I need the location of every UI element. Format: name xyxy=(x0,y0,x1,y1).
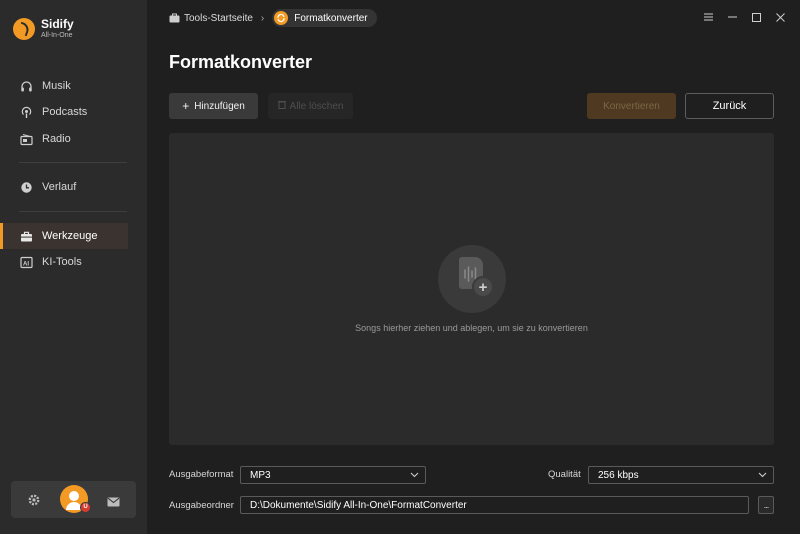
toolbox-icon xyxy=(169,13,180,23)
add-audio-file-icon[interactable]: + xyxy=(438,245,506,313)
app-subtitle: All-In-One xyxy=(41,32,73,39)
chevron-down-icon xyxy=(410,470,419,482)
drop-zone[interactable]: + Songs hierher ziehen und ablegen, um s… xyxy=(169,133,774,445)
sidebar-item-musik[interactable]: Musik xyxy=(0,73,128,99)
svg-text:AI: AI xyxy=(23,261,29,267)
history-icon xyxy=(20,181,33,194)
plus-icon: + xyxy=(472,276,494,298)
output-folder-field[interactable] xyxy=(240,496,749,514)
sidebar-item-label: Podcasts xyxy=(42,106,88,118)
quality-value: 256 kbps xyxy=(598,469,639,481)
app-logo: Sidify All-In-One xyxy=(13,17,74,41)
radio-icon xyxy=(20,133,33,146)
add-button-label: Hinzufügen xyxy=(194,100,245,112)
clear-all-button[interactable]: Alle löschen xyxy=(268,93,353,119)
browse-folder-button[interactable]: ... xyxy=(758,496,774,514)
sidebar-divider xyxy=(19,162,127,163)
mail-icon[interactable] xyxy=(107,494,120,512)
chevron-down-icon xyxy=(758,470,767,482)
page-title: Formatkonverter xyxy=(169,52,313,72)
user-badge: U xyxy=(80,502,91,513)
back-button[interactable]: Zurück xyxy=(685,93,774,119)
sidebar-item-werkzeuge[interactable]: Werkzeuge xyxy=(0,223,128,249)
drop-zone-hint: Songs hierher ziehen und ablegen, um sie… xyxy=(355,323,588,333)
quality-select[interactable]: 256 kbps xyxy=(588,466,774,484)
ai-icon: AI xyxy=(20,256,33,269)
breadcrumb-current-label: Formatkonverter xyxy=(294,12,368,24)
sidebar-divider xyxy=(19,211,127,212)
plus-icon: + xyxy=(182,99,190,113)
minimize-icon[interactable] xyxy=(720,8,744,26)
sidebar-item-ki-tools[interactable]: AI KI-Tools xyxy=(0,249,128,275)
sidebar-item-podcasts[interactable]: Podcasts xyxy=(0,99,128,125)
add-button[interactable]: + Hinzufügen xyxy=(169,93,258,119)
sidebar-item-label: Musik xyxy=(42,80,71,92)
menu-icon[interactable] xyxy=(696,8,720,26)
sidebar-item-label: KI-Tools xyxy=(42,256,82,268)
sidebar-item-verlauf[interactable]: Verlauf xyxy=(0,174,128,200)
sidebar-item-label: Werkzeuge xyxy=(42,230,98,242)
window-controls xyxy=(696,8,792,26)
output-format-value: MP3 xyxy=(250,469,271,481)
gear-icon[interactable] xyxy=(28,493,40,511)
convert-button[interactable]: Konvertieren xyxy=(587,93,676,119)
chevron-right-icon: › xyxy=(260,12,265,24)
breadcrumb-current: Formatkonverter xyxy=(272,9,377,27)
output-format-select[interactable]: MP3 xyxy=(240,466,426,484)
sidebar: Sidify All-In-One Musik Podcasts Radio V… xyxy=(0,0,147,534)
headphones-icon xyxy=(20,80,33,93)
quality-label: Qualität xyxy=(548,469,581,480)
account-bar: U xyxy=(11,481,136,518)
close-icon[interactable] xyxy=(768,8,792,26)
convert-icon xyxy=(274,11,289,25)
sidebar-item-label: Verlauf xyxy=(42,181,77,193)
main-panel: Tools-Startseite › Formatkonverter Forma… xyxy=(147,0,800,534)
sidebar-item-radio[interactable]: Radio xyxy=(0,126,128,152)
sidify-logo-icon xyxy=(13,18,35,40)
output-folder-label: Ausgabeordner xyxy=(169,500,234,511)
breadcrumb-home-link[interactable]: Tools-Startseite xyxy=(184,13,253,24)
sidebar-item-label: Radio xyxy=(42,133,71,145)
maximize-icon[interactable] xyxy=(744,8,768,26)
output-format-label: Ausgabeformat xyxy=(169,469,234,480)
toolbox-icon xyxy=(20,230,33,243)
trash-icon xyxy=(277,100,286,112)
clear-all-label: Alle löschen xyxy=(289,100,344,112)
podcast-icon xyxy=(20,106,33,119)
app-name: Sidify xyxy=(41,17,74,31)
breadcrumb: Tools-Startseite › Formatkonverter xyxy=(169,9,377,27)
